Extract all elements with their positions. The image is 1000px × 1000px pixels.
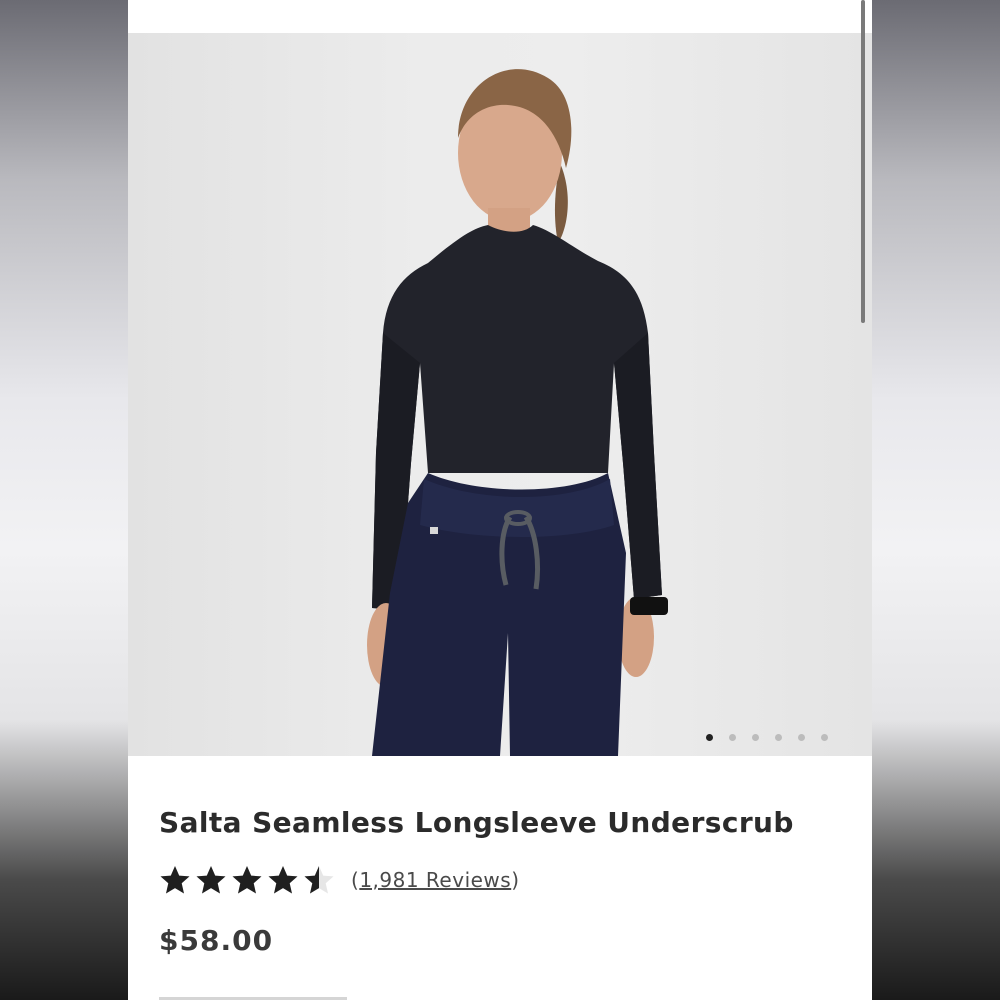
product-page: Salta Seamless Longsleeve Underscrub (1,… (128, 0, 872, 1000)
model-illustration (367, 69, 668, 756)
reviews-close-paren: ) (511, 868, 520, 892)
carousel-dots[interactable] (706, 734, 828, 741)
star-full-icon (160, 866, 190, 894)
star-rating (159, 864, 335, 896)
star-full-icon (232, 866, 262, 894)
carousel-dot[interactable] (821, 734, 828, 741)
rating-row: (1,981 Reviews) (159, 864, 520, 896)
background-left (0, 0, 128, 1000)
carousel-dot[interactable] (706, 734, 713, 741)
star-full-icon (268, 866, 298, 894)
star-full-icon (196, 866, 226, 894)
reviews-link[interactable]: 1,981 Reviews (359, 868, 511, 892)
product-image[interactable] (128, 33, 872, 756)
product-title: Salta Seamless Longsleeve Underscrub (159, 806, 794, 839)
top-bar (128, 0, 872, 33)
carousel-dot[interactable] (798, 734, 805, 741)
carousel-dot[interactable] (729, 734, 736, 741)
scrollbar[interactable] (861, 0, 865, 323)
carousel-dot[interactable] (775, 734, 782, 741)
product-price: $58.00 (159, 924, 274, 957)
reviews-count: (1,981 Reviews) (351, 868, 520, 892)
background-right (872, 0, 1000, 1000)
star-half-icon (304, 866, 334, 894)
carousel-dot[interactable] (752, 734, 759, 741)
